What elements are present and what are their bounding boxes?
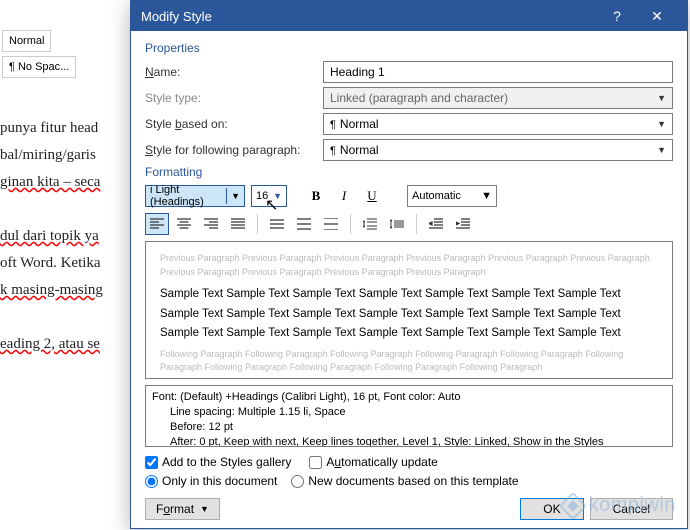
bold-button[interactable]: B (305, 185, 327, 207)
style-no-spacing[interactable]: ¶ No Spac... (2, 56, 76, 78)
style-type-label: Style type: (145, 91, 315, 105)
based-on-select[interactable]: ¶Normal▼ (323, 113, 673, 135)
preview-following: Following Paragraph Following Paragraph … (160, 348, 658, 375)
align-justify-button[interactable] (226, 213, 250, 235)
style-gallery: Normal ¶ No Spac... (0, 28, 130, 80)
only-document-radio[interactable]: Only in this document (145, 474, 277, 488)
font-family-select[interactable]: i Light (Headings)▼ (145, 185, 245, 207)
name-label: Name: (145, 65, 315, 79)
italic-button[interactable]: I (333, 185, 355, 207)
watermark-logo-icon (558, 491, 586, 519)
chevron-down-icon: ▼ (273, 191, 282, 201)
increase-para-space-button[interactable] (358, 213, 382, 235)
underline-button[interactable]: U (361, 185, 383, 207)
chevron-down-icon: ▼ (200, 504, 209, 514)
align-right-button[interactable] (199, 213, 223, 235)
preview-sample: Sample Text Sample Text Sample Text Samp… (160, 285, 658, 344)
chevron-down-icon: ▼ (657, 145, 666, 155)
based-on-label: Style based on: (145, 117, 315, 131)
document-text-fragment: punya fitur head bal/miring/garis ginan … (0, 115, 103, 358)
decrease-para-space-button[interactable] (385, 213, 409, 235)
formatting-header: Formatting (145, 165, 673, 179)
add-gallery-checkbox[interactable]: Add to the Styles gallery (145, 455, 291, 469)
auto-update-checkbox[interactable]: Automatically update (309, 455, 437, 469)
decrease-indent-button[interactable] (424, 213, 448, 235)
format-dropdown-button[interactable]: Format ▼ (145, 498, 220, 520)
watermark: kompiwin (563, 494, 676, 517)
chevron-down-icon: ▼ (657, 93, 666, 103)
dialog-titlebar: Modify Style ? ✕ (131, 1, 687, 31)
help-button[interactable]: ? (597, 8, 637, 24)
line-spacing-2-button[interactable] (319, 213, 343, 235)
style-normal[interactable]: Normal (2, 30, 51, 52)
document-background: Normal ¶ No Spac... punya fitur head bal… (0, 0, 130, 529)
preview-previous: Previous Paragraph Previous Paragraph Pr… (160, 252, 658, 279)
name-input[interactable] (323, 61, 673, 83)
font-color-select[interactable]: Automatic▼ (407, 185, 497, 207)
align-center-button[interactable] (172, 213, 196, 235)
align-left-button[interactable] (145, 213, 169, 235)
style-description[interactable]: Font: (Default) +Headings (Calibri Light… (145, 385, 673, 447)
chevron-down-icon: ▼ (657, 119, 666, 129)
dialog-title: Modify Style (141, 9, 597, 24)
increase-indent-button[interactable] (451, 213, 475, 235)
chevron-down-icon: ▼ (481, 190, 492, 202)
close-button[interactable]: ✕ (637, 8, 677, 25)
chevron-down-icon: ▼ (226, 188, 240, 204)
style-preview: Previous Paragraph Previous Paragraph Pr… (145, 241, 673, 379)
style-type-select: Linked (paragraph and character)▼ (323, 87, 673, 109)
properties-header: Properties (145, 41, 673, 55)
following-label: Style for following paragraph: (145, 143, 315, 157)
line-spacing-15-button[interactable] (292, 213, 316, 235)
modify-style-dialog: Modify Style ? ✕ Properties Name: Style … (130, 0, 688, 529)
following-select[interactable]: ¶Normal▼ (323, 139, 673, 161)
line-spacing-1-button[interactable] (265, 213, 289, 235)
font-size-select[interactable]: 16▼ (251, 185, 287, 207)
new-template-radio[interactable]: New documents based on this template (291, 474, 518, 488)
